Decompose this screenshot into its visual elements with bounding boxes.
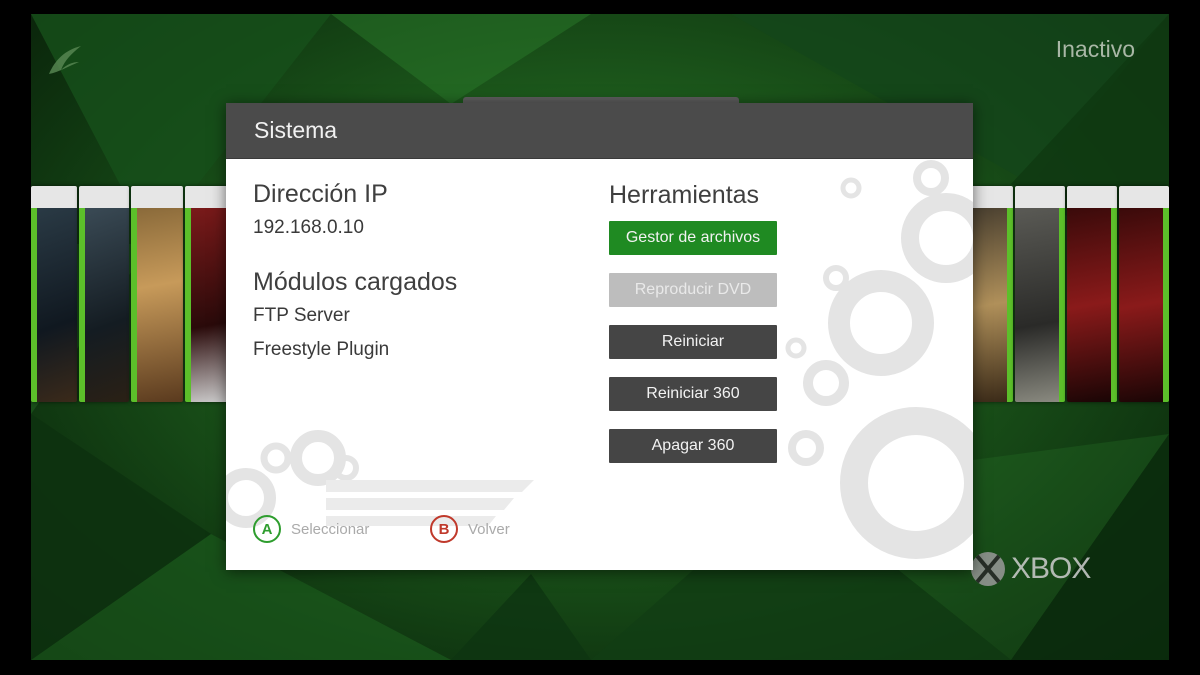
file-manager-button[interactable]: Gestor de archivos <box>609 221 777 255</box>
restart-button[interactable]: Reiniciar <box>609 325 777 359</box>
game-covers-left[interactable] <box>31 186 231 402</box>
game-cover[interactable] <box>185 186 231 402</box>
game-cover[interactable] <box>1015 186 1065 402</box>
xbox-logo-icon <box>971 552 1005 586</box>
tools-heading: Herramientas <box>609 181 760 209</box>
ip-heading: Dirección IP <box>253 180 388 208</box>
game-cover[interactable] <box>79 186 129 402</box>
shutdown-360-button[interactable]: Apagar 360 <box>609 429 777 463</box>
dialog-header: Sistema <box>226 103 973 159</box>
back-hint-label: Volver <box>468 520 510 538</box>
a-button-icon: A <box>253 515 281 543</box>
game-covers-right[interactable] <box>971 186 1169 402</box>
back-hint[interactable]: B Volver <box>430 515 510 543</box>
select-hint-label: Seleccionar <box>291 520 370 538</box>
module-item: FTP Server <box>253 305 350 326</box>
game-cover[interactable] <box>31 186 77 402</box>
xbox-brand: XBOX <box>971 552 1091 586</box>
freestyle-logo <box>49 46 81 74</box>
modules-heading: Módulos cargados <box>253 268 458 296</box>
select-hint[interactable]: A Seleccionar <box>253 515 369 543</box>
dialog-title: Sistema <box>254 117 338 143</box>
ip-value: 192.168.0.10 <box>253 217 364 238</box>
game-cover[interactable] <box>1119 186 1169 402</box>
restart-360-button[interactable]: Reiniciar 360 <box>609 377 777 411</box>
play-dvd-button[interactable]: Reproducir DVD <box>609 273 777 307</box>
module-item: Freestyle Plugin <box>253 339 390 360</box>
system-dialog: Sistema Dirección IP 192.168.0.10 Módulo… <box>226 103 973 570</box>
game-cover[interactable] <box>1067 186 1117 402</box>
b-button-icon: B <box>430 515 458 543</box>
status-text: Inactivo <box>1055 36 1135 62</box>
game-cover[interactable] <box>131 186 183 402</box>
game-cover[interactable] <box>971 186 1013 402</box>
xbox-brand-text: XBOX <box>1011 552 1091 585</box>
